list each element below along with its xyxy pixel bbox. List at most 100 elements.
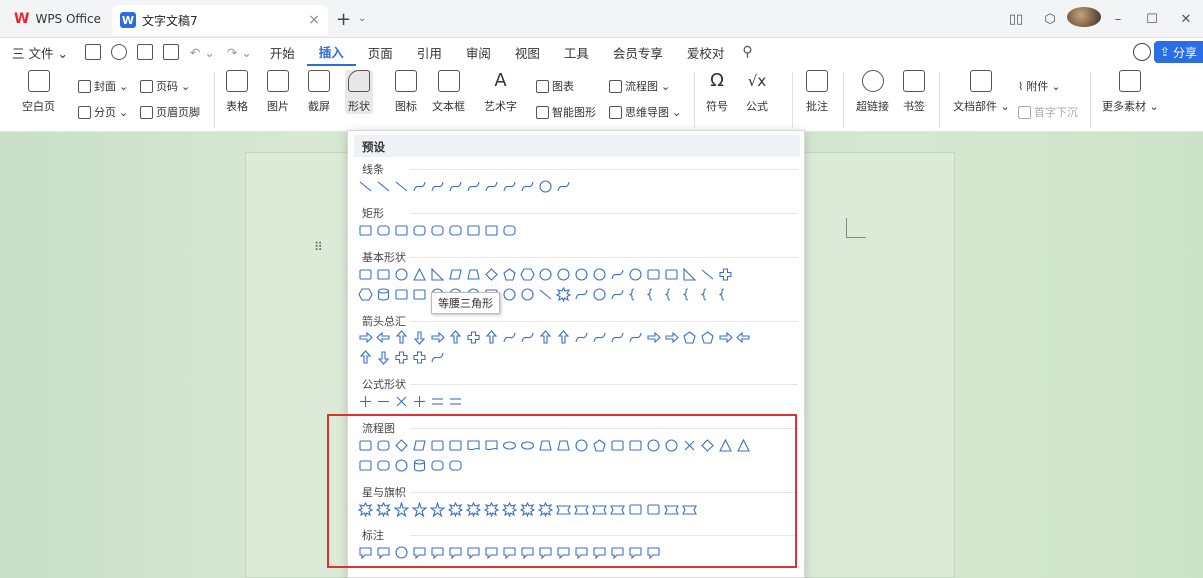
symbol-button[interactable]: Ω 符号 bbox=[706, 70, 728, 114]
rect-shape-icon[interactable] bbox=[358, 223, 373, 238]
curve-shape-icon[interactable] bbox=[574, 287, 589, 302]
arrD-shape-icon[interactable] bbox=[412, 330, 427, 345]
circ-shape-icon[interactable] bbox=[502, 287, 517, 302]
pent-shape-icon[interactable] bbox=[682, 330, 697, 345]
curve-shape-icon[interactable] bbox=[610, 330, 625, 345]
rect-shape-icon[interactable] bbox=[412, 287, 427, 302]
menu-file[interactable]: 三 文件 ⌄ bbox=[0, 38, 80, 66]
user-avatar[interactable] bbox=[1067, 7, 1101, 31]
menu-references[interactable]: 引用 bbox=[405, 38, 454, 66]
arrR-shape-icon[interactable] bbox=[664, 330, 679, 345]
print-icon[interactable] bbox=[136, 44, 153, 60]
shape-button[interactable]: 形状 bbox=[345, 70, 373, 114]
menu-review[interactable]: 审阅 bbox=[454, 38, 503, 66]
curve-shape-icon[interactable] bbox=[448, 179, 463, 194]
dia-shape-icon[interactable] bbox=[484, 267, 499, 282]
redo-icon[interactable]: ↷ ⌄ bbox=[227, 45, 252, 60]
cross-shape-icon[interactable] bbox=[718, 267, 733, 282]
icon-button[interactable]: 图标 bbox=[395, 70, 417, 114]
blank-page-button[interactable]: 空白页 bbox=[22, 70, 55, 114]
brace-shape-icon[interactable] bbox=[646, 287, 661, 302]
curve-shape-icon[interactable] bbox=[484, 179, 499, 194]
menu-home[interactable]: 开始 bbox=[258, 38, 307, 66]
circ-shape-icon[interactable] bbox=[520, 287, 535, 302]
hex-shape-icon[interactable] bbox=[520, 267, 535, 282]
close-window-icon[interactable]: ✕ bbox=[1169, 12, 1203, 27]
page-break-button[interactable]: 分页 ⌄ bbox=[78, 104, 128, 120]
rrect-shape-icon[interactable] bbox=[376, 223, 391, 238]
curve-shape-icon[interactable] bbox=[556, 179, 571, 194]
line-shape-icon[interactable] bbox=[700, 267, 715, 282]
smartart-button[interactable]: 智能图形 bbox=[536, 104, 596, 120]
arrR-shape-icon[interactable] bbox=[430, 330, 445, 345]
rect-shape-icon[interactable] bbox=[376, 267, 391, 282]
plus-shape-icon[interactable] bbox=[358, 394, 373, 409]
pent-shape-icon[interactable] bbox=[502, 267, 517, 282]
rect-shape-icon[interactable] bbox=[394, 223, 409, 238]
line-shape-icon[interactable] bbox=[538, 287, 553, 302]
bookmark-button[interactable]: 书签 bbox=[903, 70, 925, 114]
circ-shape-icon[interactable] bbox=[538, 179, 553, 194]
flowchart-button[interactable]: 流程图 ⌄ bbox=[609, 78, 670, 94]
drag-handle-icon[interactable]: ⠿ bbox=[314, 240, 323, 254]
cover-button[interactable]: 封面 ⌄ bbox=[78, 78, 128, 94]
cube-icon[interactable]: ⬡ bbox=[1033, 12, 1067, 27]
times-shape-icon[interactable] bbox=[394, 394, 409, 409]
docpart-button[interactable]: 文档部件 ⌄ bbox=[953, 70, 1010, 114]
minimize-icon[interactable]: – bbox=[1101, 12, 1135, 27]
menu-page[interactable]: 页面 bbox=[356, 38, 405, 66]
curve-shape-icon[interactable] bbox=[502, 179, 517, 194]
search-icon[interactable]: ⚲ bbox=[742, 44, 752, 60]
rect-shape-icon[interactable] bbox=[664, 267, 679, 282]
more-material-button[interactable]: 更多素材 ⌄ bbox=[1102, 70, 1159, 114]
burst-shape-icon[interactable] bbox=[556, 287, 571, 302]
menu-member[interactable]: 会员专享 bbox=[601, 38, 675, 66]
brace-shape-icon[interactable] bbox=[700, 287, 715, 302]
cross-shape-icon[interactable] bbox=[412, 350, 427, 365]
arrU-shape-icon[interactable] bbox=[394, 330, 409, 345]
document-tab[interactable]: W 文字文稿7 × bbox=[112, 5, 328, 35]
rect-shape-icon[interactable] bbox=[358, 267, 373, 282]
arrU-shape-icon[interactable] bbox=[538, 330, 553, 345]
line-shape-icon[interactable] bbox=[394, 179, 409, 194]
rrect-shape-icon[interactable] bbox=[412, 223, 427, 238]
arrU-shape-icon[interactable] bbox=[556, 330, 571, 345]
curve-shape-icon[interactable] bbox=[520, 179, 535, 194]
pent-shape-icon[interactable] bbox=[700, 330, 715, 345]
arrR-shape-icon[interactable] bbox=[646, 330, 661, 345]
brace-shape-icon[interactable] bbox=[718, 287, 733, 302]
curve-shape-icon[interactable] bbox=[502, 330, 517, 345]
menu-proofread[interactable]: 爱校对 bbox=[675, 38, 737, 66]
rtri-shape-icon[interactable] bbox=[682, 267, 697, 282]
brace-shape-icon[interactable] bbox=[664, 287, 679, 302]
hex-shape-icon[interactable] bbox=[358, 287, 373, 302]
formula-button[interactable]: √x 公式 bbox=[746, 70, 768, 114]
menu-view[interactable]: 视图 bbox=[503, 38, 552, 66]
trap-shape-icon[interactable] bbox=[466, 267, 481, 282]
curve-shape-icon[interactable] bbox=[466, 179, 481, 194]
rtri-shape-icon[interactable] bbox=[430, 267, 445, 282]
dropcap-button[interactable]: 首字下沉 bbox=[1018, 104, 1078, 120]
arrU-shape-icon[interactable] bbox=[358, 350, 373, 365]
curve-shape-icon[interactable] bbox=[520, 330, 535, 345]
chevron-down-icon[interactable]: ⌄ bbox=[358, 13, 366, 24]
brace-shape-icon[interactable] bbox=[628, 287, 643, 302]
circ-shape-icon[interactable] bbox=[574, 267, 589, 282]
arrU-shape-icon[interactable] bbox=[484, 330, 499, 345]
new-tab-icon[interactable]: + bbox=[336, 9, 351, 30]
curve-shape-icon[interactable] bbox=[628, 330, 643, 345]
minus-shape-icon[interactable] bbox=[376, 394, 391, 409]
mindmap-button[interactable]: 思维导图 ⌄ bbox=[609, 104, 681, 120]
arrL-shape-icon[interactable] bbox=[376, 330, 391, 345]
circ-shape-icon[interactable] bbox=[592, 267, 607, 282]
hyperlink-button[interactable]: 超链接 bbox=[856, 70, 889, 114]
tri-shape-icon[interactable] bbox=[412, 267, 427, 282]
menu-insert[interactable]: 插入 bbox=[306, 38, 356, 66]
print-preview-icon[interactable] bbox=[162, 44, 179, 60]
rrect-shape-icon[interactable] bbox=[502, 223, 517, 238]
rect-shape-icon[interactable] bbox=[646, 267, 661, 282]
undo-icon[interactable]: ↶ ⌄ bbox=[190, 45, 215, 60]
plus-shape-icon[interactable] bbox=[412, 394, 427, 409]
save-icon[interactable] bbox=[84, 44, 101, 60]
circ-shape-icon[interactable] bbox=[628, 267, 643, 282]
